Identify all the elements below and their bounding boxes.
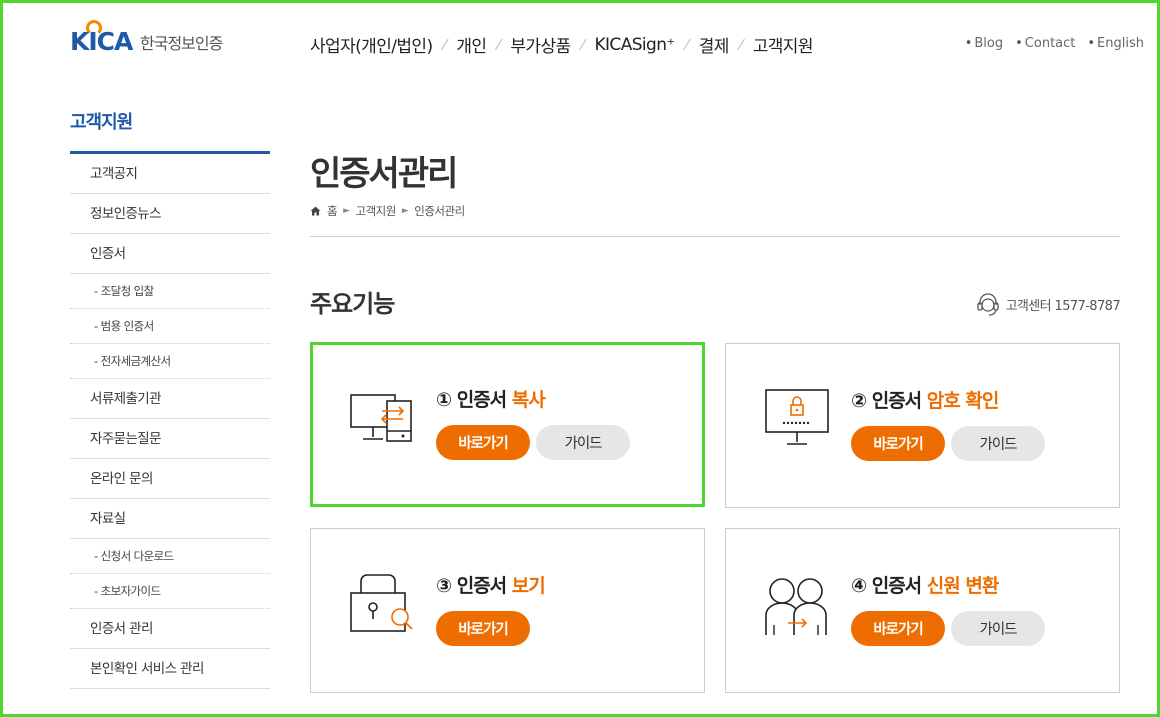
sidebar-item-online-inquiry[interactable]: 온라인 문의 [70, 459, 270, 499]
go-button[interactable]: 바로가기 [436, 425, 530, 460]
guide-button[interactable]: 가이드 [536, 425, 630, 460]
page-title: 인증서관리 [310, 154, 458, 194]
card-number: ④ [851, 575, 867, 597]
go-button[interactable]: 바로가기 [436, 611, 530, 646]
card-title-text: 인증서 [456, 575, 507, 597]
logo-text: KICA [70, 27, 133, 56]
sidebar-subitem-form-download[interactable]: 신청서 다운로드 [70, 539, 270, 574]
sidebar-subitem-tax-invoice[interactable]: 전자세금계산서 [70, 344, 270, 379]
breadcrumb-home[interactable]: 홈 [327, 203, 338, 219]
breadcrumb-arrow-icon: ► [343, 206, 350, 216]
sidebar-item-identity-service[interactable]: 본인확인 서비스 관리 [70, 649, 270, 689]
sidebar-title: 고객지원 [70, 112, 133, 133]
nav-separator: ⁄ [497, 35, 500, 54]
title-divider [310, 236, 1120, 237]
card-title-text: 인증서 [456, 389, 507, 411]
headset-icon [976, 293, 999, 316]
logo-company-name: 한국정보인증 [140, 34, 223, 53]
nav-addon[interactable]: 부가상품 [510, 32, 571, 57]
go-button[interactable]: 바로가기 [851, 611, 945, 646]
sidebar-item-submission-agency[interactable]: 서류제출기관 [70, 379, 270, 419]
sidebar-item-notice[interactable]: 고객공지 [70, 154, 270, 194]
sidebar-item-news[interactable]: 정보인증뉴스 [70, 194, 270, 234]
sidebar-item-library[interactable]: 자료실 [70, 499, 270, 539]
utility-links: Blog Contact English [965, 36, 1144, 51]
card-number: ② [851, 390, 867, 412]
nav-separator: ⁄ [581, 35, 584, 54]
card-title-text: 인증서 [871, 575, 922, 597]
nav-kicasign[interactable]: KICASign⁺ [594, 35, 675, 55]
card-title: ② 인증서 암호 확인 [851, 386, 1000, 413]
card-title-highlight: 복사 [511, 389, 546, 411]
monitor-transfer-icon [350, 394, 412, 442]
sidebar-subitem-general-cert[interactable]: 범용 인증서 [70, 309, 270, 344]
people-transfer-icon [765, 578, 827, 635]
breadcrumb-support[interactable]: 고객지원 [356, 203, 397, 219]
guide-button[interactable]: 가이드 [951, 611, 1045, 646]
card-number: ③ [436, 575, 452, 597]
card-title: ① 인증서 복사 [436, 385, 546, 412]
sidebar-item-faq[interactable]: 자주묻는질문 [70, 419, 270, 459]
card-title: ③ 인증서 보기 [436, 571, 546, 598]
kica-logo[interactable]: KICA 한국정보인증 [70, 20, 223, 56]
feature-card-view: ③ 인증서 보기 바로가기 [310, 528, 705, 693]
nav-personal[interactable]: 개인 [456, 32, 487, 57]
go-button[interactable]: 바로가기 [851, 426, 945, 461]
monitor-lock-icon [765, 389, 829, 445]
nav-support[interactable]: 고객지원 [753, 32, 814, 57]
support-phone: 고객센터 1577-8787 [1005, 298, 1121, 314]
card-number: ① [436, 389, 452, 411]
lock-search-icon [350, 574, 413, 632]
nav-separator: ⁄ [739, 35, 742, 54]
nav-payment[interactable]: 결제 [699, 32, 730, 57]
feature-card-password: ② 인증서 암호 확인 바로가기 가이드 [725, 343, 1120, 508]
card-title-highlight: 신원 변환 [926, 575, 1000, 597]
section-title: 주요기능 [310, 290, 395, 318]
feature-card-copy: ① 인증서 복사 바로가기 가이드 [310, 342, 705, 507]
support-center: 고객센터 1577-8787 [974, 290, 1121, 318]
nav-separator: ⁄ [685, 35, 688, 54]
util-contact-link[interactable]: Contact [1015, 36, 1076, 51]
guide-button[interactable]: 가이드 [951, 426, 1045, 461]
sidebar-item-cert-management[interactable]: 인증서 관리 [70, 609, 270, 649]
card-title-highlight: 암호 확인 [926, 390, 1000, 412]
util-blog-link[interactable]: Blog [965, 36, 1003, 51]
home-icon[interactable] [310, 206, 321, 216]
sidebar-menu: 고객공지 정보인증뉴스 인증서 조달청 입찰 범용 인증서 전자세금계산서 서류… [70, 151, 270, 689]
card-title-text: 인증서 [871, 390, 922, 412]
card-title: ④ 인증서 신원 변환 [851, 571, 1000, 598]
breadcrumb-current: 인증서관리 [414, 204, 465, 218]
sidebar-subitem-procurement[interactable]: 조달청 입찰 [70, 274, 270, 309]
logo-mark: KICA [70, 20, 136, 56]
sidebar-item-certificate[interactable]: 인증서 [70, 234, 270, 274]
main-nav: 사업자(개인/법인) ⁄ 개인 ⁄ 부가상품 ⁄ KICASign⁺ ⁄ 결제 … [310, 32, 814, 58]
breadcrumb-arrow-icon: ► [401, 206, 409, 216]
nav-separator: ⁄ [443, 35, 446, 54]
sidebar-subitem-beginner-guide[interactable]: 초보자가이드 [70, 574, 270, 609]
util-english-link[interactable]: English [1087, 36, 1144, 51]
feature-card-identity: ④ 인증서 신원 변환 바로가기 가이드 [725, 528, 1120, 693]
breadcrumb: 홈 ► 고객지원 ► 인증서관리 [310, 203, 465, 219]
card-title-highlight: 보기 [511, 575, 546, 597]
nav-business[interactable]: 사업자(개인/법인) [310, 32, 433, 57]
